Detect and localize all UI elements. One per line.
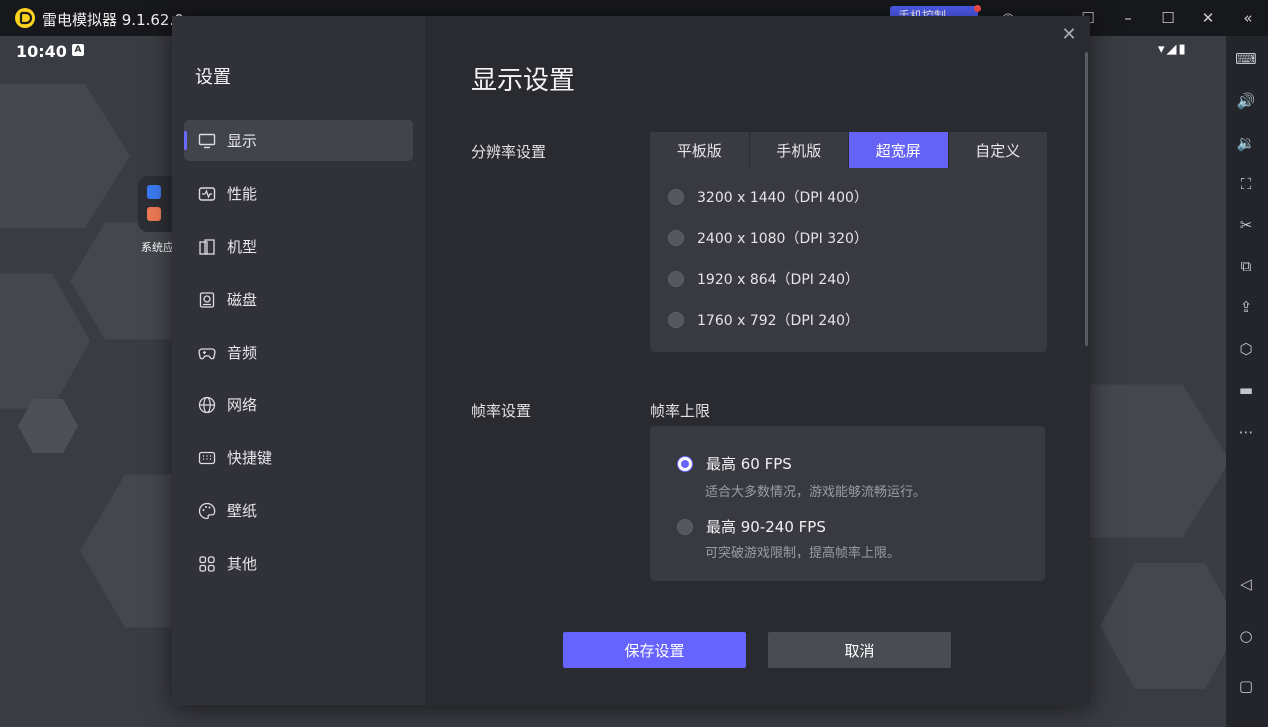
nav-item-shortcuts[interactable]: 快捷键: [184, 437, 413, 478]
fullscreen-icon[interactable]: ⛶: [1235, 173, 1257, 195]
resolution-option-label: 2400 x 1080（DPI 320）: [697, 231, 868, 247]
background-hexagon: [0, 84, 130, 228]
gamepad-icon: [198, 344, 216, 362]
nav-label: 性能: [227, 185, 258, 203]
multi-instance-icon[interactable]: ⧉: [1235, 255, 1257, 277]
globe-icon: [198, 396, 216, 414]
radio-button[interactable]: [677, 518, 693, 535]
save-button[interactable]: 保存设置: [563, 632, 746, 668]
fps-option-description: 可突破游戏限制，提高帧率上限。: [705, 546, 901, 561]
grid-icon: [198, 555, 216, 573]
folder-icon[interactable]: ▬: [1235, 379, 1257, 401]
resolution-option-label: 3200 x 1440（DPI 400）: [697, 190, 868, 206]
sync-icon[interactable]: ⬡: [1235, 338, 1257, 360]
cancel-button[interactable]: 取消: [768, 632, 951, 668]
tab-ultrawide[interactable]: 超宽屏: [849, 132, 949, 168]
radio-button[interactable]: [668, 312, 684, 328]
radio-button[interactable]: [668, 189, 684, 205]
fps-option-240[interactable]: 最高 90-240 FPS: [677, 516, 826, 537]
nav-label: 音频: [227, 344, 258, 362]
minimize-window-icon[interactable]: –: [1108, 0, 1148, 36]
tab-custom[interactable]: 自定义: [949, 132, 1048, 168]
settings-app-icon: [147, 185, 161, 199]
more-icon[interactable]: ⋯: [1235, 421, 1257, 443]
performance-icon: [198, 185, 216, 203]
nav-label: 快捷键: [227, 449, 273, 467]
nav-item-wallpaper[interactable]: 壁纸: [184, 490, 413, 531]
resolution-tabs: 平板版 手机版 超宽屏 自定义: [650, 132, 1047, 168]
resolution-option[interactable]: 1920 x 864（DPI 240）: [668, 269, 859, 289]
nav-item-performance[interactable]: 性能: [184, 173, 413, 214]
scrollbar[interactable]: [1085, 52, 1088, 346]
resolution-option[interactable]: 3200 x 1440（DPI 400）: [668, 187, 868, 207]
nav-label: 网络: [227, 396, 258, 414]
notification-icon: A: [72, 44, 84, 56]
resolution-option-label: 1760 x 792（DPI 240）: [697, 313, 860, 329]
fps-option-title: 最高 90-240 FPS: [706, 518, 826, 536]
resolution-option[interactable]: 1760 x 792（DPI 240）: [668, 310, 859, 330]
resolution-option[interactable]: 2400 x 1080（DPI 320）: [668, 228, 868, 248]
fps-option-description: 适合大多数情况，游戏能够流畅运行。: [705, 485, 927, 500]
fps-limit-label: 帧率上限: [650, 402, 711, 420]
nav-label: 壁纸: [227, 502, 258, 520]
keyboard-icon[interactable]: ⌨: [1235, 48, 1257, 70]
fps-option-60[interactable]: 最高 60 FPS: [677, 453, 792, 474]
palette-icon: [198, 502, 216, 520]
radio-button[interactable]: [668, 271, 684, 287]
nav-item-model[interactable]: 机型: [184, 226, 413, 267]
status-time: 10:40: [16, 42, 67, 61]
nav-label: 其他: [227, 555, 258, 573]
nav-item-network[interactable]: 网络: [184, 384, 413, 425]
device-model-icon: [198, 238, 216, 256]
resolution-label: 分辨率设置: [471, 143, 547, 161]
nav-label: 显示: [227, 132, 258, 150]
recents-icon[interactable]: ▢: [1235, 675, 1257, 697]
nav-label: 磁盘: [227, 291, 258, 309]
resolution-option-label: 1920 x 864（DPI 240）: [697, 272, 860, 288]
fps-label: 帧率设置: [471, 402, 532, 420]
background-hexagon: [1100, 563, 1226, 689]
settings-dialog: 设置 显示 性能 机型 磁盘 音频 网络 快捷键 壁纸 其他 ✕ 显示设置 分辨…: [172, 16, 1090, 705]
scissors-icon[interactable]: ✂: [1235, 214, 1257, 236]
dialog-close-icon[interactable]: ✕: [1060, 26, 1078, 44]
collapse-icon[interactable]: «: [1228, 0, 1268, 36]
maximize-icon[interactable]: ☐: [1148, 0, 1188, 36]
app-folder-label: 系统应: [141, 241, 174, 254]
page-title: 显示设置: [471, 66, 576, 96]
window-title: 雷电模拟器 9.1.62.0: [42, 11, 184, 29]
radio-button-checked[interactable]: [677, 455, 693, 472]
nav-item-other[interactable]: 其他: [184, 543, 413, 584]
nav-item-display[interactable]: 显示: [184, 120, 413, 161]
monitor-icon: [198, 132, 216, 150]
notification-dot: [974, 5, 981, 12]
back-icon[interactable]: ◁: [1235, 573, 1257, 595]
nav-item-audio[interactable]: 音频: [184, 332, 413, 373]
volume-up-icon[interactable]: 🔊: [1235, 90, 1257, 112]
disk-icon: [198, 291, 216, 309]
app-icon: [147, 207, 161, 221]
keyboard-icon: [198, 449, 216, 467]
radio-button[interactable]: [668, 230, 684, 246]
nav-label: 机型: [227, 238, 258, 256]
tab-tablet[interactable]: 平板版: [650, 132, 750, 168]
settings-nav: 设置 显示 性能 机型 磁盘 音频 网络 快捷键 壁纸 其他: [172, 16, 425, 705]
resolution-options-panel: 3200 x 1440（DPI 400） 2400 x 1080（DPI 320…: [650, 168, 1047, 352]
home-icon[interactable]: ○: [1235, 625, 1257, 647]
app-logo-icon: [15, 8, 35, 28]
apk-install-icon[interactable]: ⇪: [1235, 296, 1257, 318]
emulator-toolbar: ⌨ 🔊 🔉 ⛶ ✂ ⧉ ⇪ ⬡ ▬ ⋯ ◁ ○ ▢: [1226, 36, 1268, 727]
status-icons: ▾◢▮: [1158, 42, 1188, 57]
fps-options-panel: 最高 60 FPS 适合大多数情况，游戏能够流畅运行。 最高 90-240 FP…: [650, 426, 1045, 581]
volume-down-icon[interactable]: 🔉: [1235, 132, 1257, 154]
fps-option-title: 最高 60 FPS: [706, 455, 792, 473]
tab-phone[interactable]: 手机版: [750, 132, 849, 168]
settings-title: 设置: [195, 67, 231, 88]
nav-item-disk[interactable]: 磁盘: [184, 279, 413, 320]
close-icon[interactable]: ✕: [1188, 0, 1228, 36]
